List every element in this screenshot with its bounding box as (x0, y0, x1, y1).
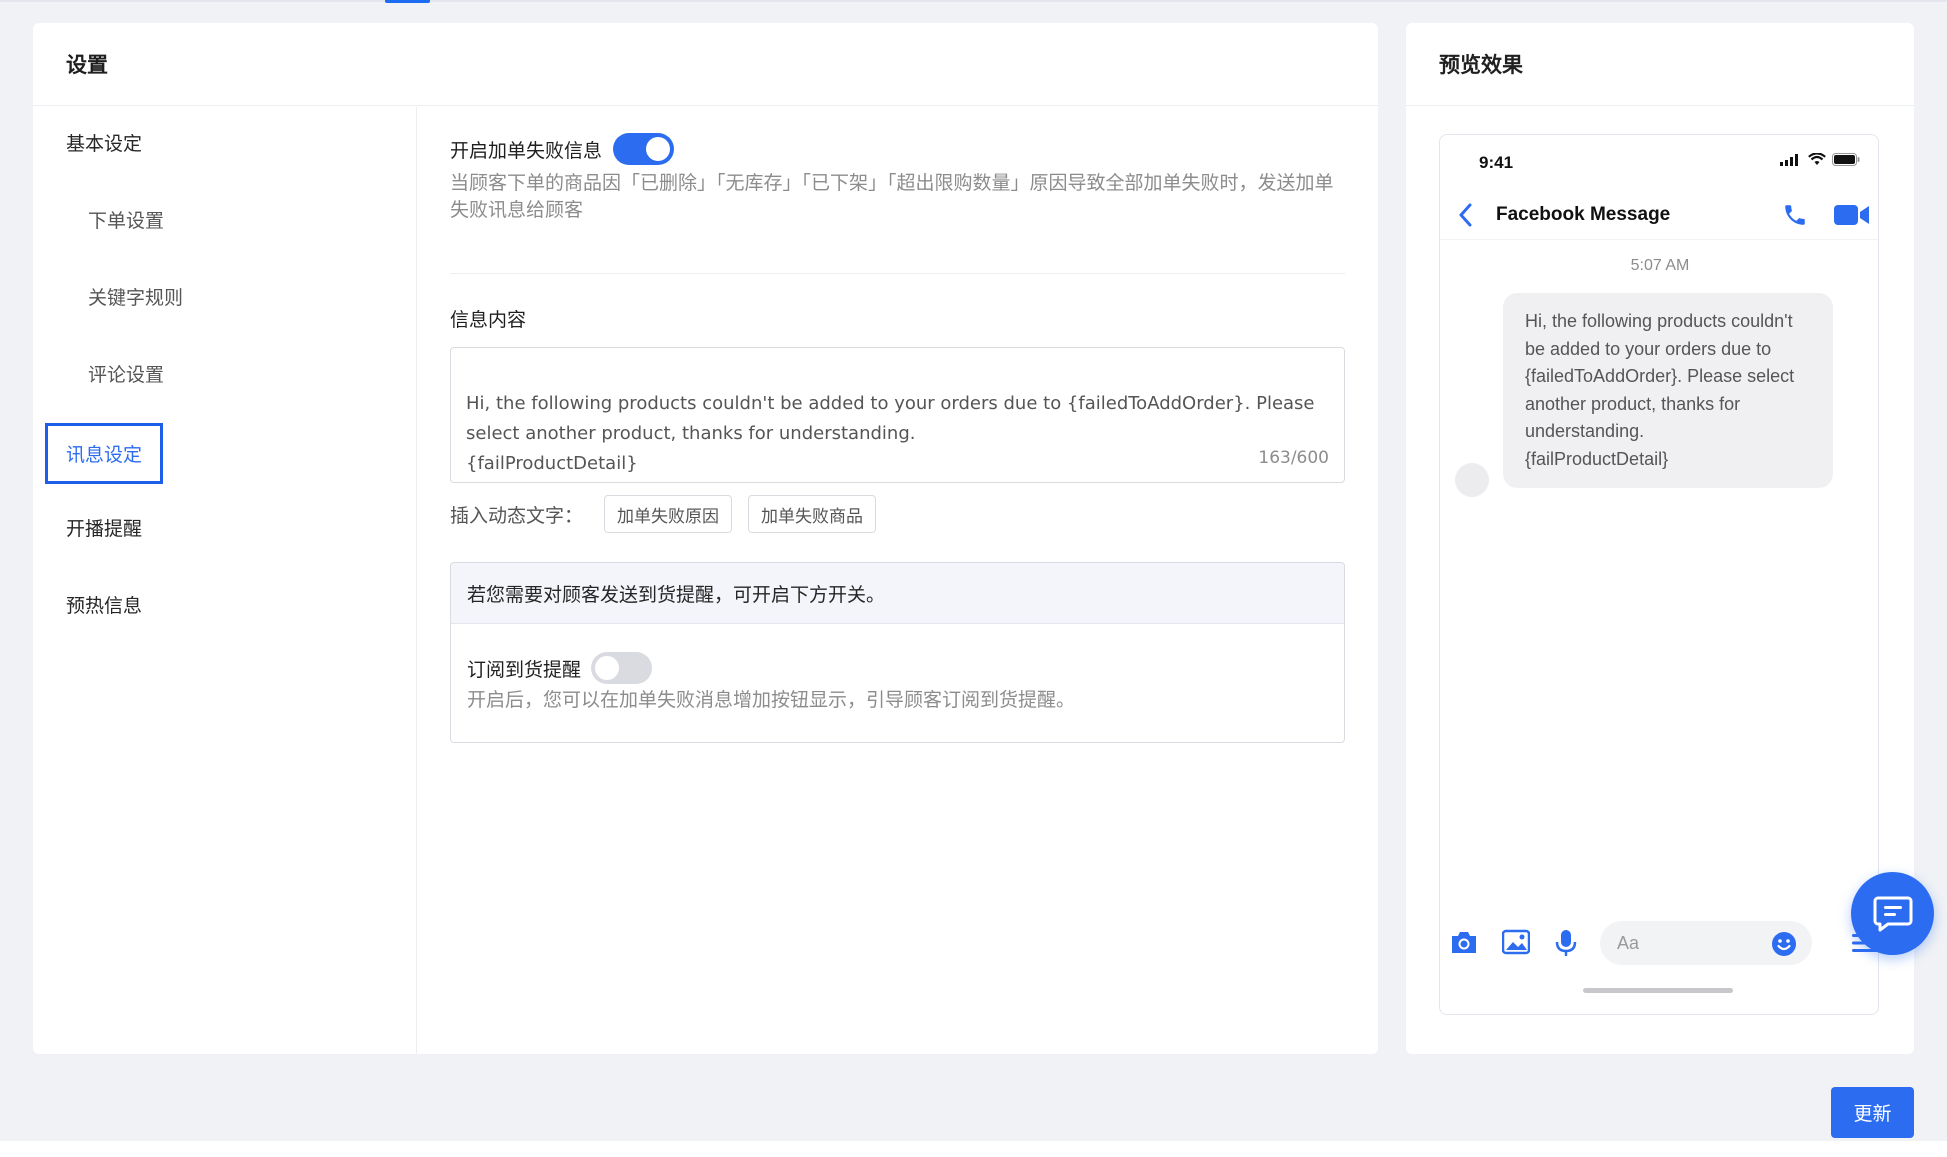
reminder-label: 订阅到货提醒 (467, 658, 582, 681)
image-icon[interactable] (1501, 929, 1531, 960)
settings-title: 设置 (66, 53, 108, 77)
settings-header: 设置 (33, 23, 1378, 106)
toggle-knob (646, 137, 671, 161)
microphone-icon[interactable] (1554, 929, 1578, 962)
reminder-description: 开启后，您可以在加单失败消息增加按钮显示，引导顾客订阅到货提醒。 (467, 689, 1076, 711)
reminder-toggle[interactable] (591, 652, 653, 684)
chat-bubble-icon (1873, 896, 1912, 931)
section-divider (450, 273, 1345, 274)
video-camera-icon[interactable] (1834, 204, 1870, 231)
preview-card: 预览效果 9:41 Facebook Message 5:07 AM Hi, t… (1406, 23, 1914, 1054)
camera-icon[interactable] (1450, 929, 1478, 960)
nav-item-comment-settings[interactable]: 评论设置 (88, 360, 164, 387)
nav-item-live-reminder[interactable]: 开播提醒 (66, 514, 142, 541)
settings-card: 设置 基本设定 下单设置 关键字规则 评论设置 讯息设定 开播提醒 预热信息 开… (33, 23, 1378, 1054)
sender-avatar (1455, 463, 1489, 497)
fail-msg-label: 开启加单失败信息 (450, 139, 603, 162)
status-time: 9:41 (1479, 153, 1514, 172)
back-chevron-icon[interactable] (1458, 203, 1482, 227)
fail-msg-description: 当顾客下单的商品因「已删除」「无库存」「已下架」「超出限购数量」原因导致全部加单… (450, 172, 1334, 221)
char-count: 163/600 (1258, 448, 1329, 468)
status-icons (1780, 153, 1860, 166)
settings-nav: 基本设定 下单设置 关键字规则 评论设置 讯息设定 开播提醒 预热信息 (33, 107, 417, 1054)
chat-text-input[interactable]: Aa (1600, 921, 1812, 965)
fail-msg-row: 开启加单失败信息 (450, 133, 675, 165)
phone-mockup: 9:41 Facebook Message 5:07 AM Hi, the fo… (1439, 134, 1879, 1015)
chat-title: Facebook Message (1496, 203, 1671, 225)
nav-item-preheat-info[interactable]: 预热信息 (66, 591, 142, 618)
wifi-icon (1808, 153, 1826, 165)
message-content-textarea[interactable]: Hi, the following products couldn't be a… (450, 347, 1345, 483)
reminder-row: 订阅到货提醒 (467, 652, 1344, 684)
reminder-box: 若您需要对顾客发送到货提醒，可开启下方开关。 订阅到货提醒 开启后，您可以在加单… (450, 562, 1345, 743)
signal-icon (1780, 153, 1798, 166)
reminder-body: 订阅到货提醒 开启后，您可以在加单失败消息增加按钮显示，引导顾客订阅到货提醒。 (451, 624, 1344, 714)
insert-dynamic-row: 插入动态文字： 加单失败原因 加单失败商品 (450, 495, 892, 533)
insert-dynamic-label: 插入动态文字： (450, 504, 584, 527)
preview-title: 预览效果 (1439, 53, 1523, 77)
bottom-strip (0, 1141, 1947, 1157)
preview-header: 预览效果 (1406, 23, 1914, 106)
reminder-notice: 若您需要对顾客发送到货提醒，可开启下方开关。 (451, 563, 1344, 624)
chat-input-bar: Aa (1440, 921, 1878, 965)
update-button[interactable]: 更新 (1831, 1087, 1914, 1138)
battery-icon (1832, 153, 1860, 166)
nav-item-message-settings[interactable]: 讯息设定 (45, 423, 164, 484)
top-tab-indicator (385, 0, 430, 3)
message-bubble: Hi, the following products couldn't be a… (1503, 293, 1833, 488)
insert-fail-product-button[interactable]: 加单失败商品 (748, 495, 877, 533)
toggle-knob (595, 656, 620, 680)
top-strip (0, 0, 1947, 2)
message-time: 5:07 AM (1630, 257, 1690, 274)
nav-item-basic-settings[interactable]: 基本设定 (66, 129, 142, 156)
bubble-text: Hi, the following products couldn't be a… (1525, 311, 1795, 469)
home-indicator (1583, 988, 1733, 993)
insert-fail-reason-button[interactable]: 加单失败原因 (604, 495, 733, 533)
chat-support-button[interactable] (1851, 872, 1934, 955)
chat-header: Facebook Message (1440, 190, 1878, 240)
fail-msg-toggle[interactable] (613, 133, 675, 165)
message-content-text: Hi, the following products couldn't be a… (466, 393, 1315, 474)
phone-call-icon[interactable] (1782, 202, 1808, 233)
emoji-icon[interactable] (1771, 931, 1797, 962)
chat-input-placeholder: Aa (1617, 932, 1640, 953)
message-content-label: 信息内容 (450, 309, 527, 331)
nav-item-order-settings[interactable]: 下单设置 (88, 206, 164, 233)
nav-item-keyword-rules[interactable]: 关键字规则 (88, 283, 183, 310)
